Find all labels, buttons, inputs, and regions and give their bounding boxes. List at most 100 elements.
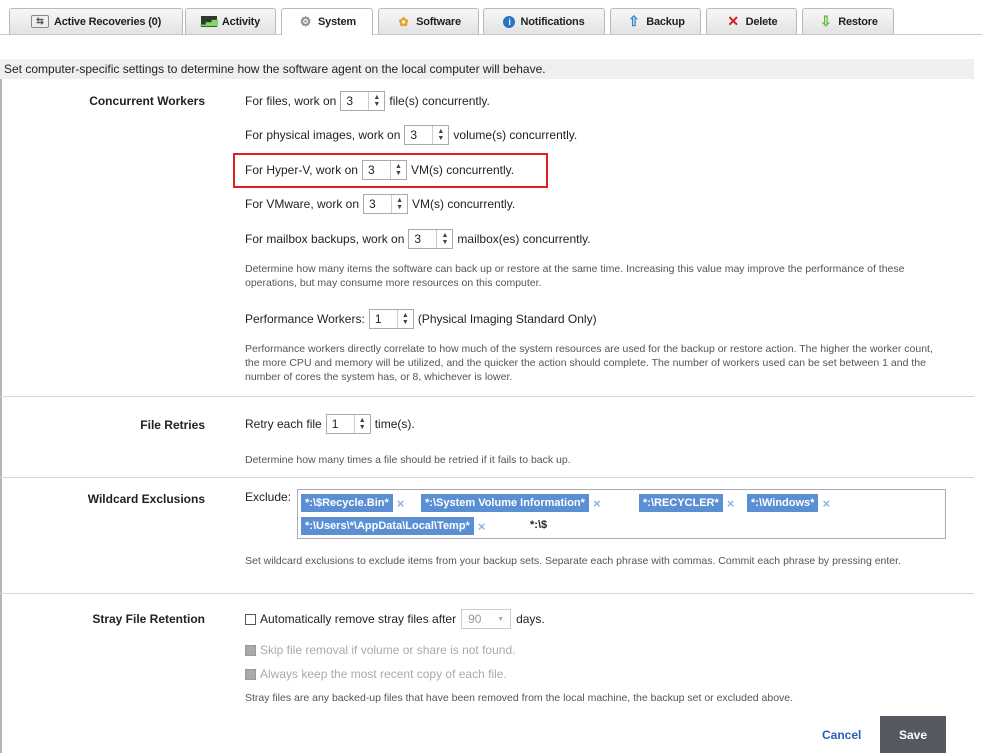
files-workers-value[interactable]: 3 <box>341 92 368 110</box>
days-label: days. <box>516 612 545 626</box>
hyperv-workers-stepper[interactable]: 3 ▲ ▼ <box>361 160 407 180</box>
recoveries-icon: ⇆ <box>30 15 49 28</box>
vmware-workers-stepper[interactable]: 3 ▲ ▼ <box>363 194 409 214</box>
section-label-concurrent-workers: Concurrent Workers <box>89 94 205 108</box>
days-select[interactable]: 90 ▼ <box>461 609 512 629</box>
performance-workers-post: (Physical Imaging Standard Only) <box>417 312 597 326</box>
save-button[interactable]: Save <box>880 716 946 753</box>
file-retries-value[interactable]: 1 <box>327 415 354 433</box>
keep-recent-checkbox[interactable] <box>245 668 256 680</box>
tab-label: Restore <box>838 15 878 28</box>
file-retries-row: Retry each file 1 ▲ ▼ time(s). <box>245 414 415 434</box>
gear-icon: ⚙ <box>299 14 312 29</box>
auto-remove-row: Automatically remove stray files after 9… <box>245 609 545 629</box>
physical-workers-row: For physical images, work on 3 ▲ ▼ volume… <box>245 125 577 145</box>
vmware-workers-pre: For VMware, work on <box>245 197 360 211</box>
stepper-arrows-icon[interactable]: ▲ ▼ <box>432 126 448 144</box>
performance-workers-stepper[interactable]: 1 ▲ ▼ <box>368 309 414 329</box>
stepper-arrows-icon[interactable]: ▲ ▼ <box>368 92 384 110</box>
auto-remove-checkbox[interactable] <box>245 613 256 625</box>
files-workers-row: For files, work on 3 ▲ ▼ file(s) concurre… <box>245 91 490 111</box>
vmware-workers-value[interactable]: 3 <box>364 195 391 213</box>
section-divider <box>0 477 974 478</box>
chevron-down-icon: ▼ <box>497 615 505 623</box>
exclusion-chip: *:\System Volume Information* × <box>421 494 601 512</box>
tab-notifications[interactable]: i Notifications <box>483 8 605 34</box>
keep-recent-row: Always keep the most recent copy of each… <box>245 667 507 681</box>
remove-chip-icon[interactable]: × <box>593 496 601 511</box>
tab-activity[interactable]: ▁▃▅ Activity <box>185 8 276 34</box>
mailbox-workers-post: mailbox(es) concurrently. <box>457 232 591 246</box>
skip-removal-row: Skip file removal if volume or share is … <box>245 643 515 657</box>
stepper-arrows-icon[interactable]: ▲ ▼ <box>389 161 406 179</box>
tab-label: Notifications <box>520 15 585 28</box>
performance-workers-value[interactable]: 1 <box>370 310 397 328</box>
tab-system[interactable]: ⚙ System <box>281 8 373 35</box>
hyperv-workers-post: VM(s) concurrently. <box>410 163 515 177</box>
remove-chip-icon[interactable]: × <box>478 519 486 534</box>
stray-help-text: Stray files are any backed-up files that… <box>245 692 794 704</box>
section-label-wildcard-exclusions: Wildcard Exclusions <box>87 492 205 506</box>
software-icon: ✿ <box>398 14 409 29</box>
concurrent-help-text: Determine how many items the software ca… <box>245 263 905 289</box>
down-arrow-icon: ⇩ <box>819 13 832 29</box>
exclusion-chip-label: *:\System Volume Information* <box>421 494 589 512</box>
file-retries-help-text: Determine how many times a file should b… <box>245 454 571 466</box>
wildcard-exclusions-input[interactable]: *:\$Recycle.Bin* × *:\System Volume Info… <box>297 489 946 539</box>
file-retries-stepper[interactable]: 1 ▲ ▼ <box>325 414 371 434</box>
tab-delete[interactable]: ✕ Delete <box>706 8 797 34</box>
frame-border <box>0 79 2 753</box>
info-icon: i <box>503 15 516 28</box>
up-arrow-icon: ⇧ <box>627 13 640 29</box>
files-workers-post: file(s) concurrently. <box>389 94 490 108</box>
physical-workers-pre: For physical images, work on <box>245 128 401 142</box>
stepper-arrows-icon[interactable]: ▲ ▼ <box>436 230 452 248</box>
exclude-label: Exclude: <box>245 490 292 504</box>
tab-backup[interactable]: ⇧ Backup <box>610 8 701 34</box>
cancel-button[interactable]: Cancel <box>822 728 861 742</box>
files-workers-stepper[interactable]: 3 ▲ ▼ <box>340 91 386 111</box>
exclusion-chip: *:\$Recycle.Bin* × <box>301 494 404 512</box>
tab-label: Activity <box>221 15 261 28</box>
stepper-arrows-icon[interactable]: ▲ ▼ <box>353 415 370 433</box>
mailbox-workers-pre: For mailbox backups, work on <box>245 232 405 246</box>
tab-active-recoveries[interactable]: ⇆ Active Recoveries (0) <box>9 8 183 34</box>
physical-workers-value[interactable]: 3 <box>405 126 432 144</box>
remove-chip-icon[interactable]: × <box>727 496 735 511</box>
exclusion-typed-text[interactable]: *:\$ <box>530 519 547 531</box>
mailbox-workers-stepper[interactable]: 3 ▲ ▼ <box>408 229 454 249</box>
files-workers-pre: For files, work on <box>245 94 337 108</box>
vmware-workers-post: VM(s) concurrently. <box>412 197 516 211</box>
tab-restore[interactable]: ⇩ Restore <box>802 8 894 34</box>
tab-label: Delete <box>745 15 778 28</box>
stepper-arrows-icon[interactable]: ▲ ▼ <box>396 310 413 328</box>
physical-workers-stepper[interactable]: 3 ▲ ▼ <box>404 125 450 145</box>
performance-workers-row: Performance Workers: 1 ▲ ▼ (Physical Imag… <box>245 309 597 329</box>
tab-label: Active Recoveries (0) <box>53 15 162 28</box>
wildcard-help-text: Set wildcard exclusions to exclude items… <box>245 555 901 567</box>
exclude-label-row: Exclude: <box>245 490 291 504</box>
file-retries-pre: Retry each file <box>245 417 322 431</box>
exclusion-chip: *:\Users\*\AppData\Local\Temp* × <box>301 517 485 535</box>
tab-bar: ⇆ Active Recoveries (0) ▁▃▅ Activity ⚙ S… <box>0 0 982 35</box>
remove-chip-icon[interactable]: × <box>397 496 405 511</box>
intro-text: Set computer-specific settings to determ… <box>0 59 974 79</box>
remove-chip-icon[interactable]: × <box>822 496 830 511</box>
tab-label: System <box>318 16 356 28</box>
mailbox-workers-value[interactable]: 3 <box>409 230 436 248</box>
exclusion-chip-label: *:\$Recycle.Bin* <box>301 494 393 512</box>
section-divider <box>0 593 974 594</box>
exclusion-chip: *:\Windows* × <box>747 494 830 512</box>
physical-workers-post: volume(s) concurrently. <box>453 128 578 142</box>
tab-software[interactable]: ✿ Software <box>378 8 479 34</box>
hyperv-workers-value[interactable]: 3 <box>363 161 390 179</box>
activity-icon: ▁▃▅ <box>200 16 218 27</box>
mailbox-workers-row: For mailbox backups, work on 3 ▲ ▼ mailbo… <box>245 229 591 249</box>
stepper-arrows-icon[interactable]: ▲ ▼ <box>391 195 407 213</box>
exclusion-chip: *:\RECYCLER* × <box>639 494 734 512</box>
skip-removal-checkbox[interactable] <box>245 644 256 656</box>
vmware-workers-row: For VMware, work on 3 ▲ ▼ VM(s) concurren… <box>245 194 515 214</box>
keep-recent-label: Always keep the most recent copy of each… <box>260 667 507 681</box>
file-retries-post: time(s). <box>374 417 415 431</box>
exclusion-chip-label: *:\RECYCLER* <box>639 494 723 512</box>
